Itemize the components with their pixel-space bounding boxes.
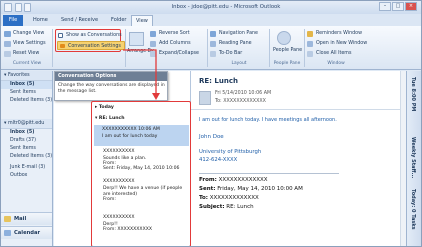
quoted-sent: Sent: Friday, May 14, 2010 10:00 AM bbox=[199, 186, 303, 192]
navigation-pane: ▾ Favorites Inbox (5) Sent Items Deleted… bbox=[1, 71, 53, 246]
tab-file[interactable]: File bbox=[3, 15, 23, 26]
ribbon-divider bbox=[52, 29, 53, 67]
undo-icon[interactable] bbox=[24, 3, 31, 12]
signature-name: John Doe bbox=[199, 134, 224, 140]
item-sent: Sent: Friday, May 14, 2010 10:06 bbox=[103, 166, 180, 171]
window-title: Inbox - jdoe@pitt.edu - Microsoft Outloo… bbox=[171, 4, 281, 10]
thread-subject[interactable]: ▾ RE: Lunch bbox=[95, 116, 188, 121]
item-sender: XXXXXXXXXX bbox=[103, 179, 135, 184]
calendar-icon bbox=[4, 230, 11, 236]
close-all-items-button[interactable]: Close All Items bbox=[306, 49, 351, 58]
message-subject: RE: Lunch bbox=[199, 77, 238, 85]
message-to-line: To: XXXXXXXXXXXXX bbox=[215, 99, 266, 104]
calendar-nav-button[interactable]: Calendar bbox=[1, 226, 52, 239]
group-window: Window bbox=[327, 61, 345, 66]
tab-home[interactable]: Home bbox=[29, 15, 52, 26]
fav-sent-items[interactable]: Sent Items bbox=[1, 89, 52, 97]
conversation-item[interactable]: XXXXXXXXXX Derp!! From: XXXXXXXXXXX bbox=[95, 215, 188, 241]
send-receive-icon[interactable] bbox=[15, 3, 22, 12]
todo-meeting[interactable]: Weekly Staff... bbox=[410, 137, 416, 178]
signature-org: University of Pittsburgh bbox=[199, 149, 262, 155]
open-new-window-button[interactable]: Open in New Window bbox=[306, 39, 367, 48]
arrow-head bbox=[152, 93, 160, 100]
minimize-icon[interactable]: – bbox=[379, 2, 391, 11]
quoted-subject: Subject: RE: Lunch bbox=[199, 204, 254, 210]
todo-appointment[interactable]: Tue 8:00 PM bbox=[410, 77, 416, 111]
quoted-from: From: XXXXXXXXXXXXX bbox=[199, 177, 268, 183]
account-deleted-items[interactable]: Deleted Items (3) bbox=[1, 153, 52, 161]
to-do-bar: Tue 8:00 PM Weekly Staff... Today: 0 Tas… bbox=[406, 71, 421, 246]
todo-tasks[interactable]: Today: 0 Tasks bbox=[410, 189, 416, 230]
people-icon[interactable] bbox=[277, 31, 291, 45]
show-as-conversations-checkbox[interactable]: Show as Conversations bbox=[56, 31, 122, 40]
maximize-icon[interactable]: □ bbox=[392, 2, 404, 11]
group-current-view: Current View bbox=[12, 61, 42, 66]
item-sender: XXXXXXXXXX bbox=[103, 215, 135, 220]
tab-send-receive[interactable]: Send / Receive bbox=[57, 15, 102, 26]
envelope-icon bbox=[4, 216, 11, 222]
outlook-window: Inbox - jdoe@pitt.edu - Microsoft Outloo… bbox=[0, 0, 422, 247]
view-settings-button[interactable]: View Settings bbox=[3, 39, 46, 48]
header-divider bbox=[191, 109, 406, 110]
outlook-logo-icon bbox=[4, 3, 12, 12]
ribbon-divider bbox=[207, 29, 208, 67]
tab-view[interactable]: View bbox=[131, 15, 153, 26]
account-sent-items[interactable]: Sent Items bbox=[1, 145, 52, 153]
people-pane-button[interactable]: People Pane bbox=[269, 46, 302, 55]
tab-folder[interactable]: Folder bbox=[107, 15, 130, 26]
item-preview: I am out for lunch today bbox=[102, 134, 158, 139]
to-do-bar-button[interactable]: To-Do Bar bbox=[209, 49, 242, 58]
conversation-item[interactable]: XXXXXXXXXX Derp!! We have a venue (if pe… bbox=[95, 179, 183, 209]
mail-nav-button[interactable]: Mail bbox=[1, 212, 52, 225]
conversation-panel: ▸ Today ▾ RE: Lunch XXXXXXXXXXX 10:06 AM… bbox=[91, 101, 191, 246]
group-layout: Layout bbox=[231, 61, 247, 66]
account-inbox[interactable]: Inbox (5) bbox=[1, 129, 52, 137]
item-sender: XXXXXXXXXXX 10:06 AM bbox=[102, 127, 160, 132]
fav-inbox[interactable]: Inbox (5) bbox=[1, 81, 52, 89]
group-people-pane: People Pane bbox=[273, 61, 301, 66]
change-view-button[interactable]: Change View bbox=[3, 29, 44, 38]
reading-pane: RE: Lunch Fri 5/14/2010 10:06 AM To: XXX… bbox=[191, 71, 406, 246]
account-outbox[interactable]: Outbox bbox=[1, 172, 52, 180]
quote-divider bbox=[199, 173, 339, 174]
navigation-pane-button[interactable]: Navigation Pane bbox=[209, 29, 258, 38]
ribbon-divider bbox=[304, 29, 305, 67]
account-junk-email[interactable]: Junk E-mail (3) bbox=[1, 164, 52, 172]
account-header[interactable]: ▾ mltr0@pitt.edu bbox=[1, 119, 52, 129]
annotation-arrow bbox=[123, 49, 160, 100]
message-body: I am out for lunch today. I have meeting… bbox=[199, 117, 337, 123]
item-sender: XXXXXXXXXX bbox=[103, 149, 135, 154]
item-from: From: bbox=[103, 197, 116, 202]
favorites-header[interactable]: ▾ Favorites bbox=[1, 71, 52, 81]
item-from: From: XXXXXXXXXXX bbox=[103, 227, 153, 232]
reading-pane-button[interactable]: Reading Pane bbox=[209, 39, 252, 48]
item-preview: Derp!! We have a venue (if people are in… bbox=[103, 186, 183, 197]
quoted-to: To: XXXXXXXXXXXXX bbox=[199, 195, 259, 201]
reminders-window-button[interactable]: Reminders Window bbox=[306, 29, 362, 38]
message-sent-line: Fri 5/14/2010 10:06 AM bbox=[215, 91, 272, 96]
reverse-sort-button[interactable]: Reverse Sort bbox=[149, 29, 190, 38]
signature-phone: 412-624-XXXX bbox=[199, 157, 238, 163]
account-drafts[interactable]: Drafts (37) bbox=[1, 137, 52, 145]
conversation-item-selected[interactable]: XXXXXXXXXXX 10:06 AM I am out for lunch … bbox=[94, 125, 189, 146]
close-icon[interactable]: × bbox=[405, 2, 417, 11]
reset-view-button[interactable]: Reset View bbox=[3, 49, 39, 58]
sender-avatar bbox=[199, 91, 211, 105]
conversation-item[interactable]: XXXXXXXXXX Sounds like a plan. From: Sen… bbox=[95, 149, 188, 175]
arrange-by-icon[interactable] bbox=[129, 32, 144, 46]
arrow-line bbox=[123, 49, 157, 95]
group-header-today[interactable]: ▸ Today bbox=[95, 105, 188, 110]
fav-deleted-items[interactable]: Deleted Items (3) bbox=[1, 97, 52, 105]
